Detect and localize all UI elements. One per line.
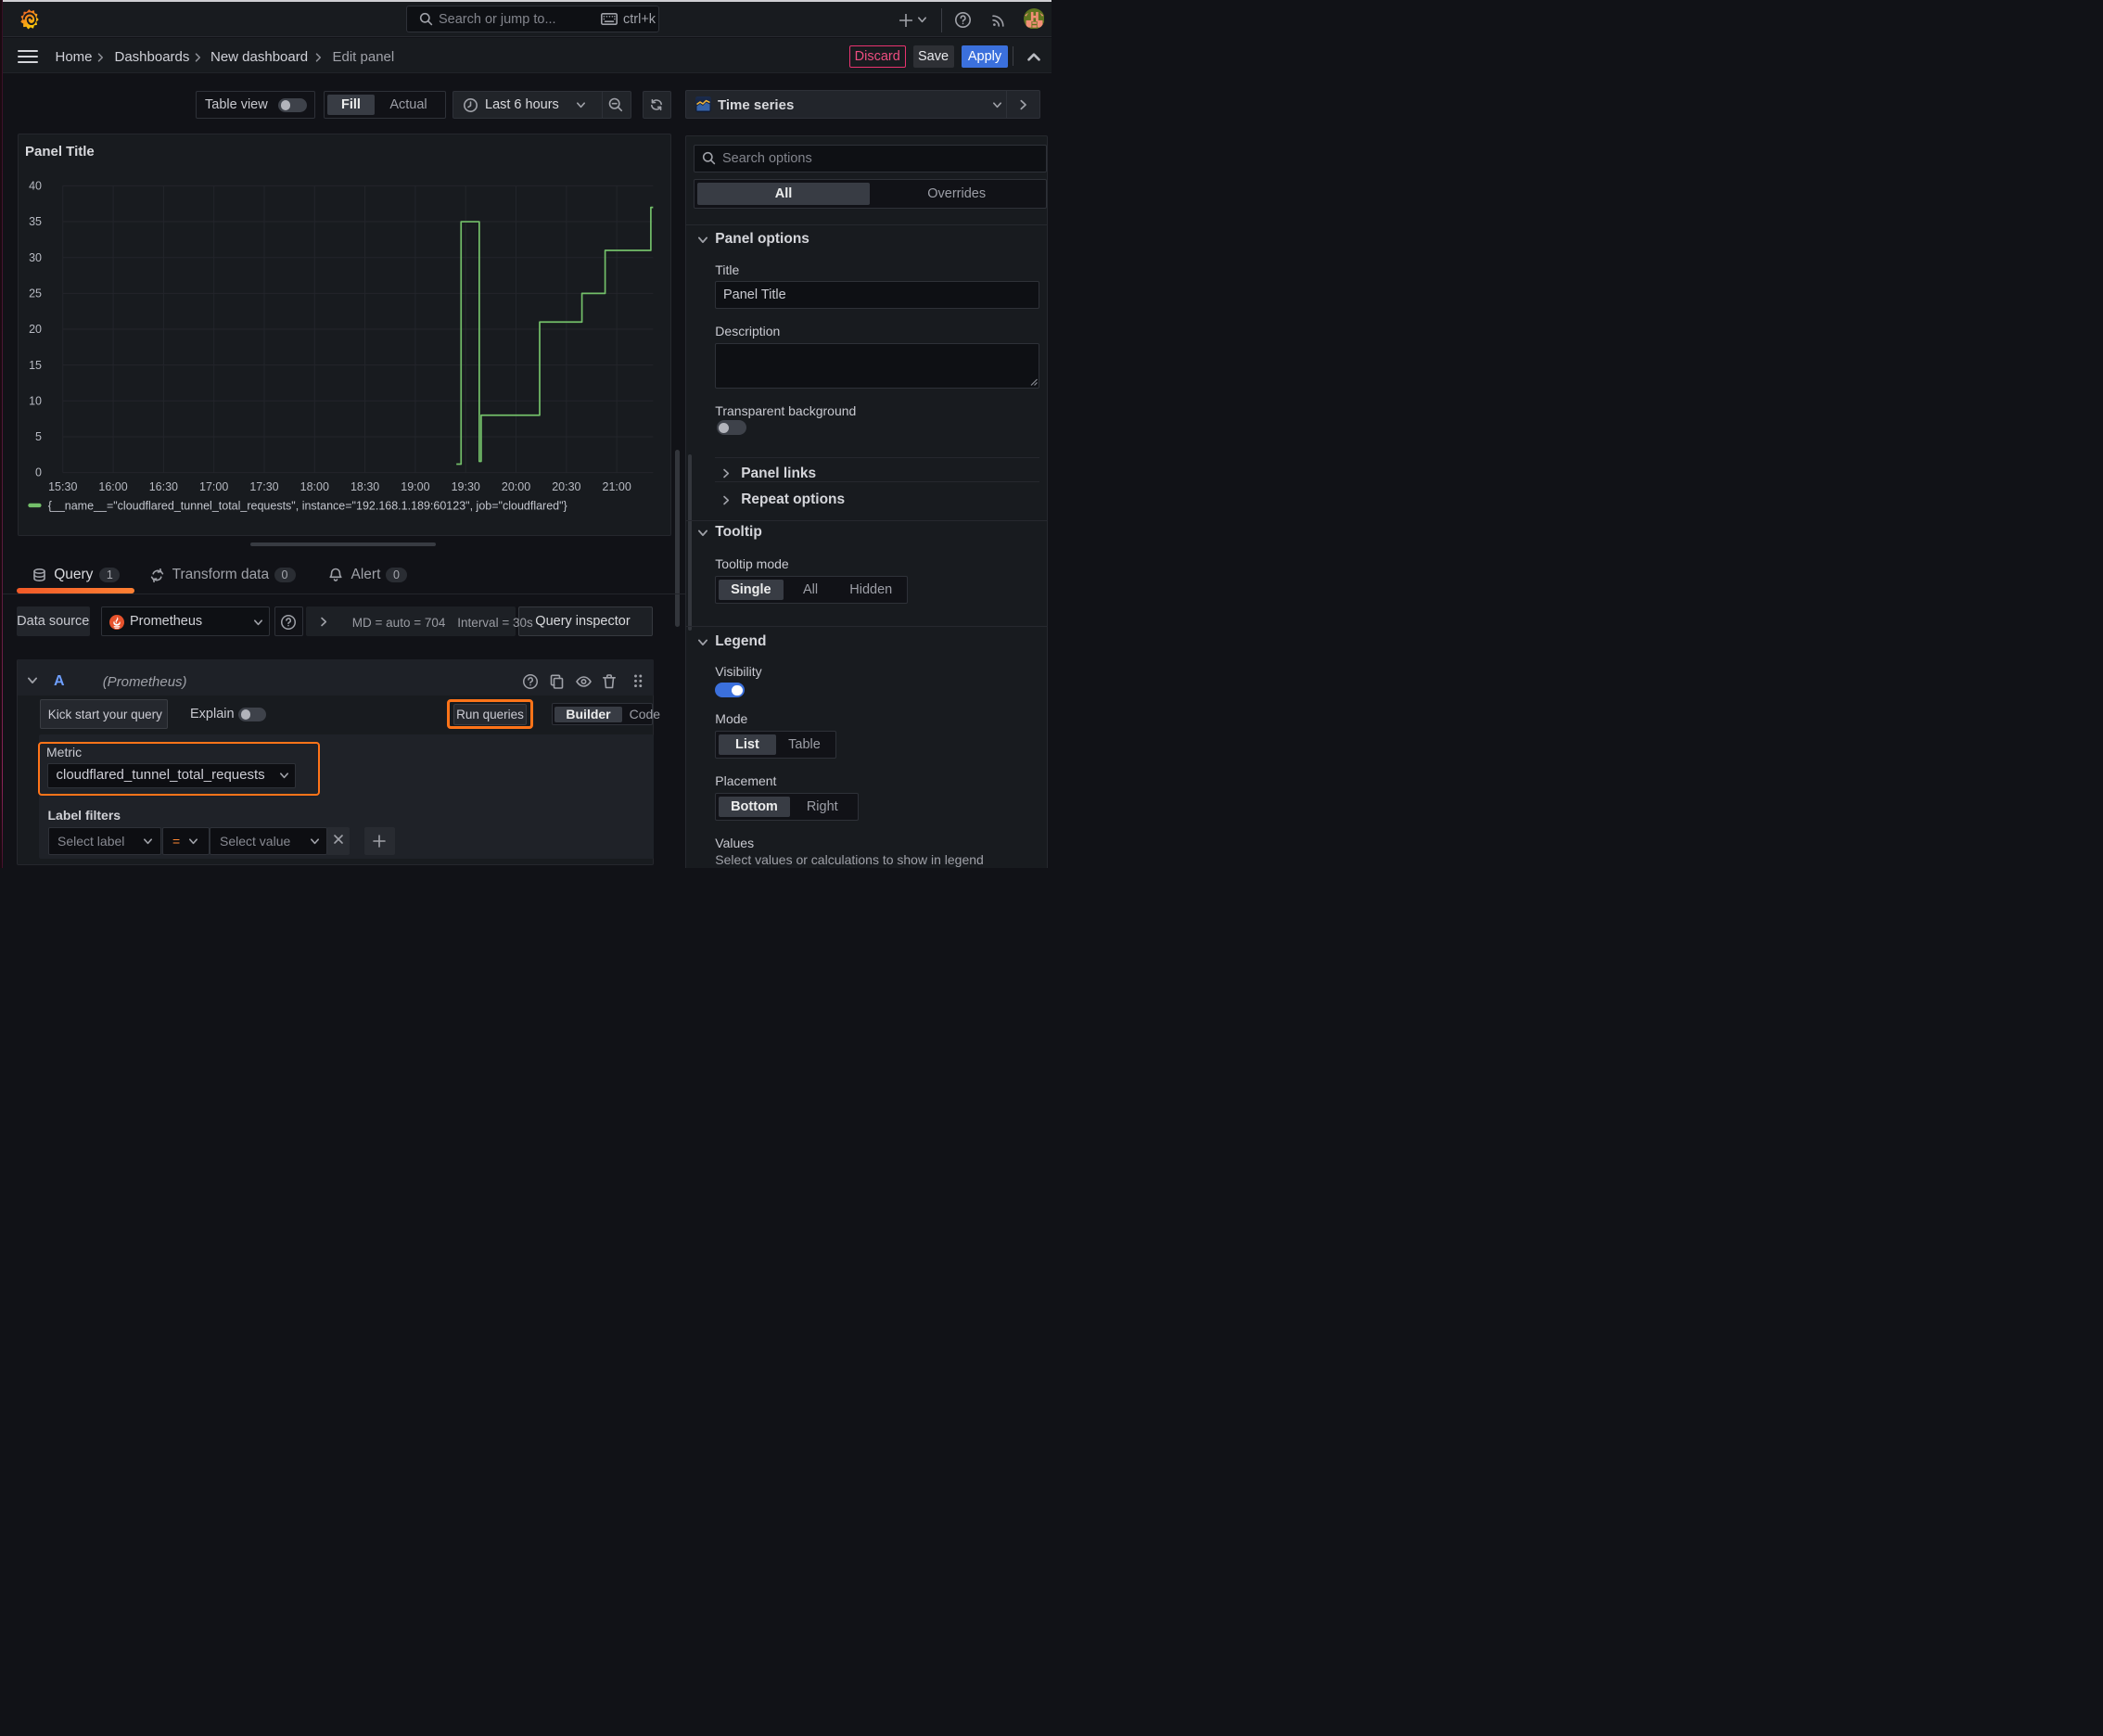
svg-text:19:30: 19:30 — [452, 480, 480, 493]
svg-text:16:30: 16:30 — [149, 480, 178, 493]
svg-text:16:00: 16:00 — [98, 480, 127, 493]
svg-text:19:00: 19:00 — [401, 480, 429, 493]
svg-text:18:30: 18:30 — [350, 480, 379, 493]
svg-text:30: 30 — [29, 250, 42, 263]
svg-text:10: 10 — [29, 394, 42, 407]
svg-text:20:30: 20:30 — [552, 480, 580, 493]
svg-text:15:30: 15:30 — [48, 480, 77, 493]
svg-text:25: 25 — [29, 287, 42, 300]
svg-text:20:00: 20:00 — [502, 480, 530, 493]
svg-text:15: 15 — [29, 358, 42, 371]
svg-text:35: 35 — [29, 215, 42, 228]
svg-text:5: 5 — [35, 430, 42, 443]
svg-text:17:00: 17:00 — [199, 480, 228, 493]
svg-text:20: 20 — [29, 323, 42, 336]
svg-text:0: 0 — [35, 466, 42, 479]
svg-text:17:30: 17:30 — [249, 480, 278, 493]
svg-text:40: 40 — [29, 179, 42, 192]
svg-text:21:00: 21:00 — [603, 480, 631, 493]
svg-text:18:00: 18:00 — [300, 480, 329, 493]
svg-text:{__name__="cloudflared_tunnel_: {__name__="cloudflared_tunnel_total_requ… — [48, 499, 567, 512]
